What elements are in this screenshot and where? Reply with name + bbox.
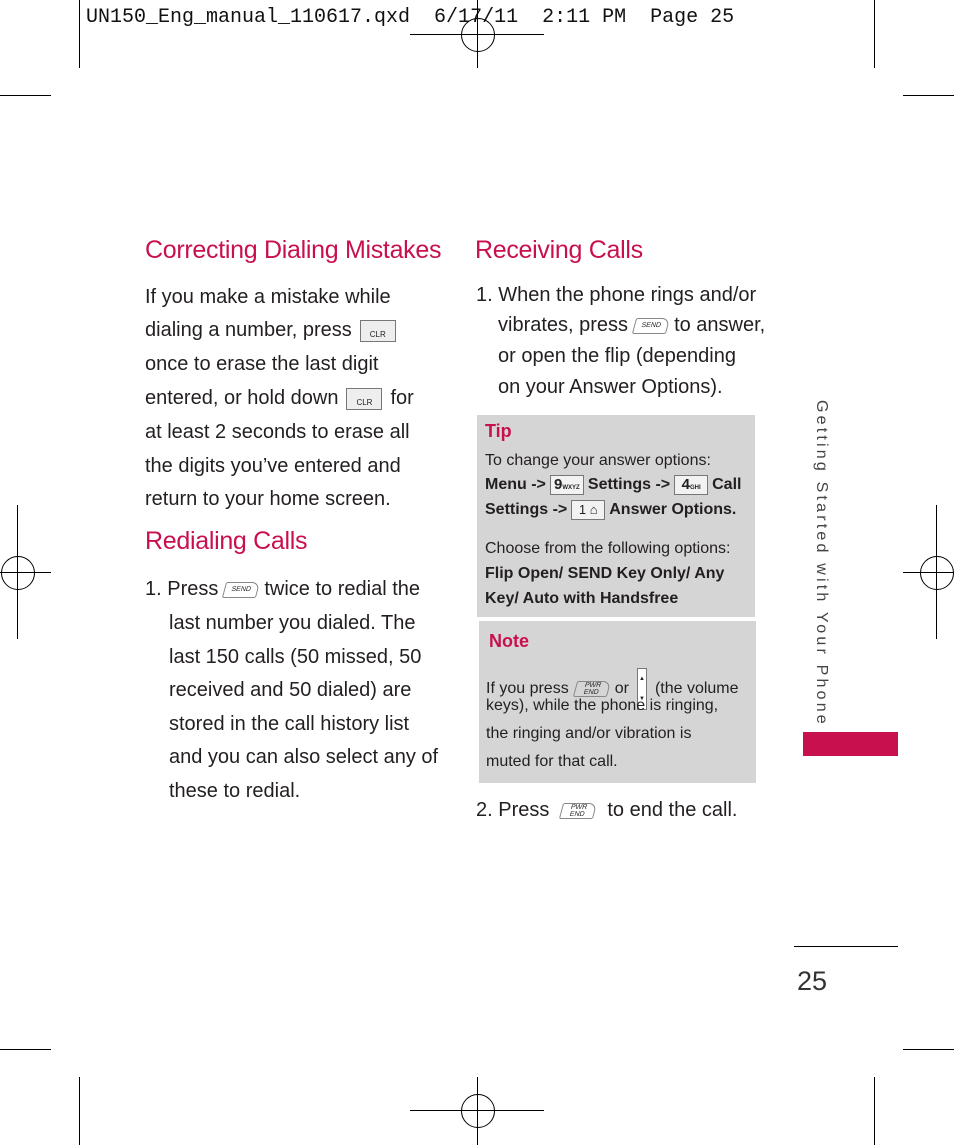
key-4-icon: 4GHI [674,475,709,495]
text-line: the digits you’ve entered and [145,455,401,477]
text-line: return to your home screen. [145,488,391,510]
text-line: and you can also select any of [169,746,439,768]
text-line: dialing a number, press CLR [145,318,400,342]
text-line: Flip Open/ SEND Key Only/ Any [485,565,725,582]
text-line: at least 2 seconds to erase all [145,421,410,443]
text: for [390,387,414,409]
text-line: or open the flip (depending [498,345,736,367]
end-key-icon: PWR END [572,681,611,697]
text-line: 1. Press SEND twice to redial the [145,577,420,601]
page-number: 25 [797,966,828,996]
end-key-icon: PWR END [559,802,598,819]
tip-box: Tip To change your answer options: Menu … [477,415,755,617]
section-title-correcting: Correcting Dialing Mistakes [145,236,442,264]
text-line: muted for that call. [486,753,618,770]
text-line: last 150 calls (50 missed, 50 [169,646,422,668]
section-title-receiving: Receiving Calls [475,236,643,264]
note-box: Note If you press PWR END or▲ ▼(the volume k… [479,621,756,783]
text: dialing a number, press [145,319,352,341]
text-line: To change your answer options: [485,452,711,469]
send-key-icon: SEND [631,317,671,334]
text-line: 2. Press PWR END to end the call. [476,799,738,821]
text-line: last number you dialed. The [169,612,416,634]
text: 1. Press [145,578,219,600]
key-1-voicemail-icon: 1 ⌂ [571,500,606,520]
text-line: If you make a mistake while [145,286,391,308]
clr-key-icon: CLR [346,387,383,410]
text-line: 1. When the phone rings and/or [476,284,757,306]
file-slug-header: UN150_Eng_manual_110617.qxd 6/17/11 2:11… [86,6,735,29]
text-line: stored in the call history list [169,713,410,735]
tip-label: Tip [485,421,512,441]
key-9-icon: 9WXYZ [549,475,584,495]
text-line: Menu -> 9WXYZ Settings -> 4GHI Call [485,475,742,495]
note-label: Note [489,631,529,651]
text-line: once to erase the last digit [145,353,379,375]
text-line: on your Answer Options). [498,376,723,398]
text-line: Choose from the following options: [485,540,731,557]
text-line: keys), while the phone is ringing, [486,697,719,714]
send-key-icon: SEND [222,581,261,598]
text-line: received and 50 dialed) are [169,679,412,701]
text-line: Settings -> 1 ⌂ Answer Options. [485,500,737,520]
text-line: entered, or hold down CLR for [145,386,414,410]
clr-key-icon: CLR [359,319,396,342]
text-line: Key/ Auto with Handsfree [485,590,679,607]
text-line: these to redial. [169,780,301,802]
chapter-side-tab: Getting Started with Your Phone [813,400,830,727]
text-line: the ringing and/or vibration is [486,725,692,742]
section-title-redialing: Redialing Calls [145,527,308,555]
text: to answer, [674,314,766,336]
text: vibrates, press [498,314,629,336]
text-line: vibrates, press SEND to answer, [498,313,765,337]
text: entered, or hold down [145,387,339,409]
text: twice to redial the [264,578,420,600]
chapter-tab-marker [803,732,898,756]
footer-rule [794,946,898,947]
